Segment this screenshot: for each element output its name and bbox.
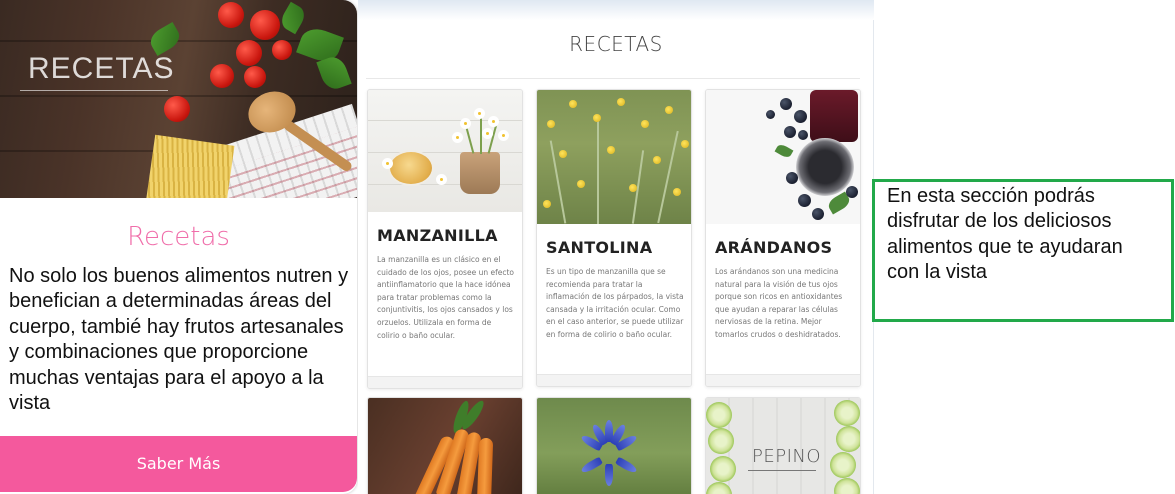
recipe-card-zanahoria[interactable] (367, 397, 523, 494)
recipe-card-santolina[interactable]: SANTOLINA Es un tipo de manzanilla que s… (536, 89, 692, 387)
card-heading: Recetas (127, 222, 230, 252)
recipe-title: MANZANILLA (377, 226, 498, 245)
recipes-card: RECETAS Recetas No solo los buenos alime… (0, 0, 357, 494)
pepino-image: PEPINO (706, 398, 860, 494)
note-box: En esta sección podrás disfrutar de los … (872, 179, 1174, 322)
recipe-card-manzanilla[interactable]: MANZANILLA La manzanilla es un clásico e… (367, 89, 523, 389)
recipe-card-pepino[interactable]: PEPINO (705, 397, 861, 494)
recipe-card-aciano[interactable] (536, 397, 692, 494)
hero-title: RECETAS (28, 52, 175, 85)
recipe-description: La manzanilla es un clásico en el cuidad… (377, 255, 514, 340)
recipe-description: Es un tipo de manzanilla que se recomien… (546, 267, 684, 339)
card-description: No solo los buenos alimentos nutren y be… (9, 265, 349, 415)
pepino-underline (748, 470, 816, 471)
hero-underline (20, 90, 168, 91)
recipe-title: ARÁNDANOS (715, 238, 833, 257)
recipe-description: Los arándanos son una medicina natural p… (715, 267, 843, 339)
section-divider (366, 78, 860, 79)
recipe-card-arandanos[interactable]: ARÁNDANOS Los arándanos son una medicina… (705, 89, 861, 387)
hero-image: RECETAS (0, 0, 357, 198)
saber-mas-button[interactable]: Saber Más (0, 436, 357, 492)
section-title: RECETAS (569, 32, 663, 56)
recipe-title: SANTOLINA (546, 238, 653, 257)
arandanos-image (706, 90, 860, 224)
santolina-image (537, 90, 691, 224)
aciano-image (537, 398, 691, 494)
pepino-label: PEPINO (752, 446, 822, 467)
recipes-section: RECETAS MANZANILLA La manzanilla es un c… (358, 0, 874, 494)
zanahoria-image (368, 398, 522, 494)
note-text: En esta sección podrás disfrutar de los … (887, 185, 1123, 284)
manzanilla-image (368, 90, 522, 212)
